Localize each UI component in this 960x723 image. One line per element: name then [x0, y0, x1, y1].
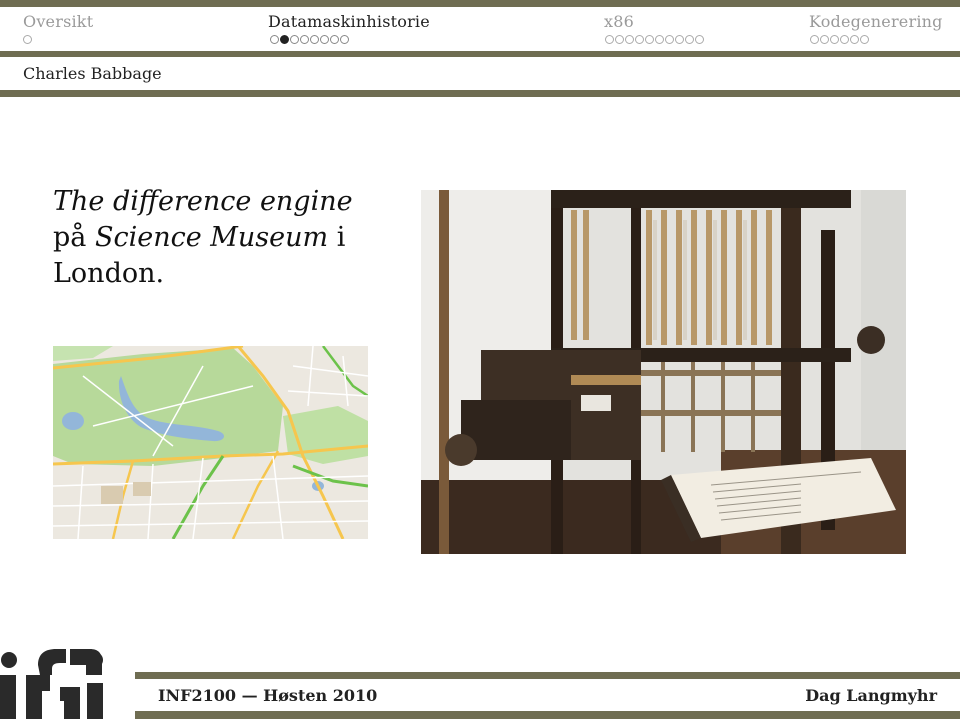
slide-body-text: The difference engine på Science Museum … — [53, 184, 393, 292]
text-i: i — [328, 222, 346, 253]
nav-progress-dot[interactable] — [850, 35, 859, 44]
nav-progress-dot[interactable] — [830, 35, 839, 44]
nav-section-datamaskinhistorie[interactable]: Datamaskinhistorie — [268, 12, 430, 31]
nav-progress-dot[interactable] — [23, 35, 32, 44]
nav-bottom-rule — [0, 51, 960, 57]
london-map-image — [53, 346, 368, 539]
nav-progress-dot[interactable] — [625, 35, 634, 44]
nav-progress-dot[interactable] — [280, 35, 289, 44]
nav-progress-dot[interactable] — [615, 35, 624, 44]
text-science-museum: Science Museum — [94, 222, 329, 253]
nav-dots-x86[interactable] — [605, 35, 704, 44]
nav-progress-dot[interactable] — [300, 35, 309, 44]
footer-bottom-rule — [135, 711, 960, 719]
nav-progress-dot[interactable] — [270, 35, 279, 44]
nav-progress-dot[interactable] — [635, 35, 644, 44]
nav-progress-dot[interactable] — [605, 35, 614, 44]
footer-author: Dag Langmyhr — [805, 686, 937, 705]
nav-section-kodegenerering[interactable]: Kodegenerering — [809, 12, 943, 31]
nav-progress-dot[interactable] — [340, 35, 349, 44]
ifi-logo-icon — [0, 645, 115, 719]
nav-section-x86[interactable]: x86 — [604, 12, 634, 31]
difference-engine-photo — [421, 190, 906, 554]
nav-progress-dot[interactable] — [840, 35, 849, 44]
nav-progress-dot[interactable] — [820, 35, 829, 44]
nav-progress-dot[interactable] — [645, 35, 654, 44]
nav-dots-kodegenerering[interactable] — [810, 35, 869, 44]
nav-section-oversikt[interactable]: Oversikt — [23, 12, 93, 31]
nav-progress-dot[interactable] — [320, 35, 329, 44]
nav-progress-dot[interactable] — [330, 35, 339, 44]
nav-dots-oversikt[interactable] — [23, 35, 32, 44]
nav-progress-dot[interactable] — [675, 35, 684, 44]
nav-progress-dot[interactable] — [665, 35, 674, 44]
frame-title: Charles Babbage — [23, 64, 162, 83]
nav-progress-dot[interactable] — [810, 35, 819, 44]
nav-progress-dot[interactable] — [860, 35, 869, 44]
nav-progress-dot[interactable] — [685, 35, 694, 44]
nav-dots-datamaskinhistorie[interactable] — [270, 35, 349, 44]
footer-top-rule — [135, 672, 960, 679]
text-pa: på — [53, 222, 95, 253]
nav-progress-dot[interactable] — [655, 35, 664, 44]
text-london: London. — [53, 258, 165, 289]
footer-course: INF2100 — Høsten 2010 — [158, 686, 378, 705]
frametitle-bottom-rule — [0, 90, 960, 97]
top-rule — [0, 0, 960, 7]
nav-progress-dot[interactable] — [310, 35, 319, 44]
nav-progress-dot[interactable] — [695, 35, 704, 44]
nav-progress-dot[interactable] — [290, 35, 299, 44]
text-difference-engine: The difference engine — [53, 186, 353, 217]
